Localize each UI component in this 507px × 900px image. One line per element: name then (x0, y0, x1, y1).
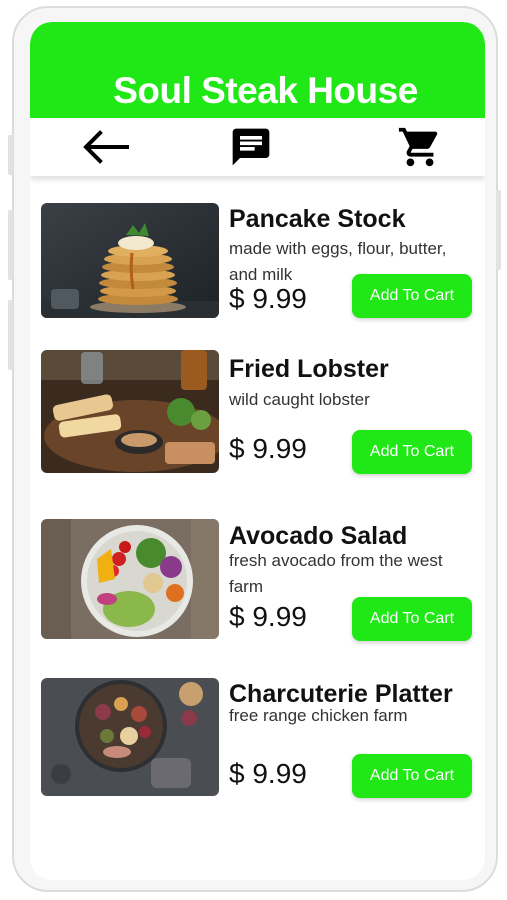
cart-button[interactable] (395, 124, 445, 170)
pancake-stack-photo (41, 203, 219, 318)
nav-bar (30, 118, 485, 176)
phone-side-button (8, 210, 13, 280)
menu-item: Avocado Salad fresh avocado from the wes… (41, 518, 473, 641)
item-price: $ 9.99 (229, 758, 307, 789)
item-description: fresh avocado from the west farm (229, 551, 443, 596)
add-to-cart-button[interactable]: Add To Cart (352, 597, 472, 641)
add-to-cart-button[interactable]: Add To Cart (352, 430, 472, 474)
item-name: Fried Lobster (229, 355, 389, 383)
item-price: $ 9.99 (229, 601, 307, 632)
item-price: $ 9.99 (229, 433, 307, 464)
add-to-cart-button[interactable]: Add To Cart (352, 754, 472, 798)
item-name: Pancake Stock (229, 205, 406, 233)
chat-button[interactable] (226, 124, 276, 170)
phone-side-button (8, 300, 13, 370)
phone-side-button (496, 190, 501, 270)
avocado-salad-photo (41, 519, 219, 639)
item-description: free range chicken farm (229, 706, 408, 725)
item-price: $ 9.99 (229, 283, 307, 314)
chat-icon (232, 128, 270, 166)
menu-item: Fried Lobster wild caught lobster $ 9.99… (41, 349, 473, 474)
back-button[interactable] (80, 124, 130, 170)
item-description: wild caught lobster (229, 390, 370, 409)
fried-lobster-photo (41, 350, 219, 473)
item-name: Avocado Salad (229, 522, 408, 550)
arrow-left-icon (83, 130, 129, 164)
add-to-cart-button[interactable]: Add To Cart (352, 274, 472, 318)
app-title: Soul Steak House (113, 70, 418, 111)
app-header: Soul Steak House (30, 22, 485, 118)
charcuterie-platter-photo (41, 678, 219, 796)
menu-item: Pancake Stock made with eggs, flour, but… (41, 202, 473, 322)
menu-item: Charcuterie Platter free range chicken f… (41, 677, 473, 798)
phone-side-button (8, 135, 13, 175)
app-screen: Soul Steak House Pancake Stock made with… (30, 22, 485, 880)
shopping-cart-icon (398, 127, 438, 167)
